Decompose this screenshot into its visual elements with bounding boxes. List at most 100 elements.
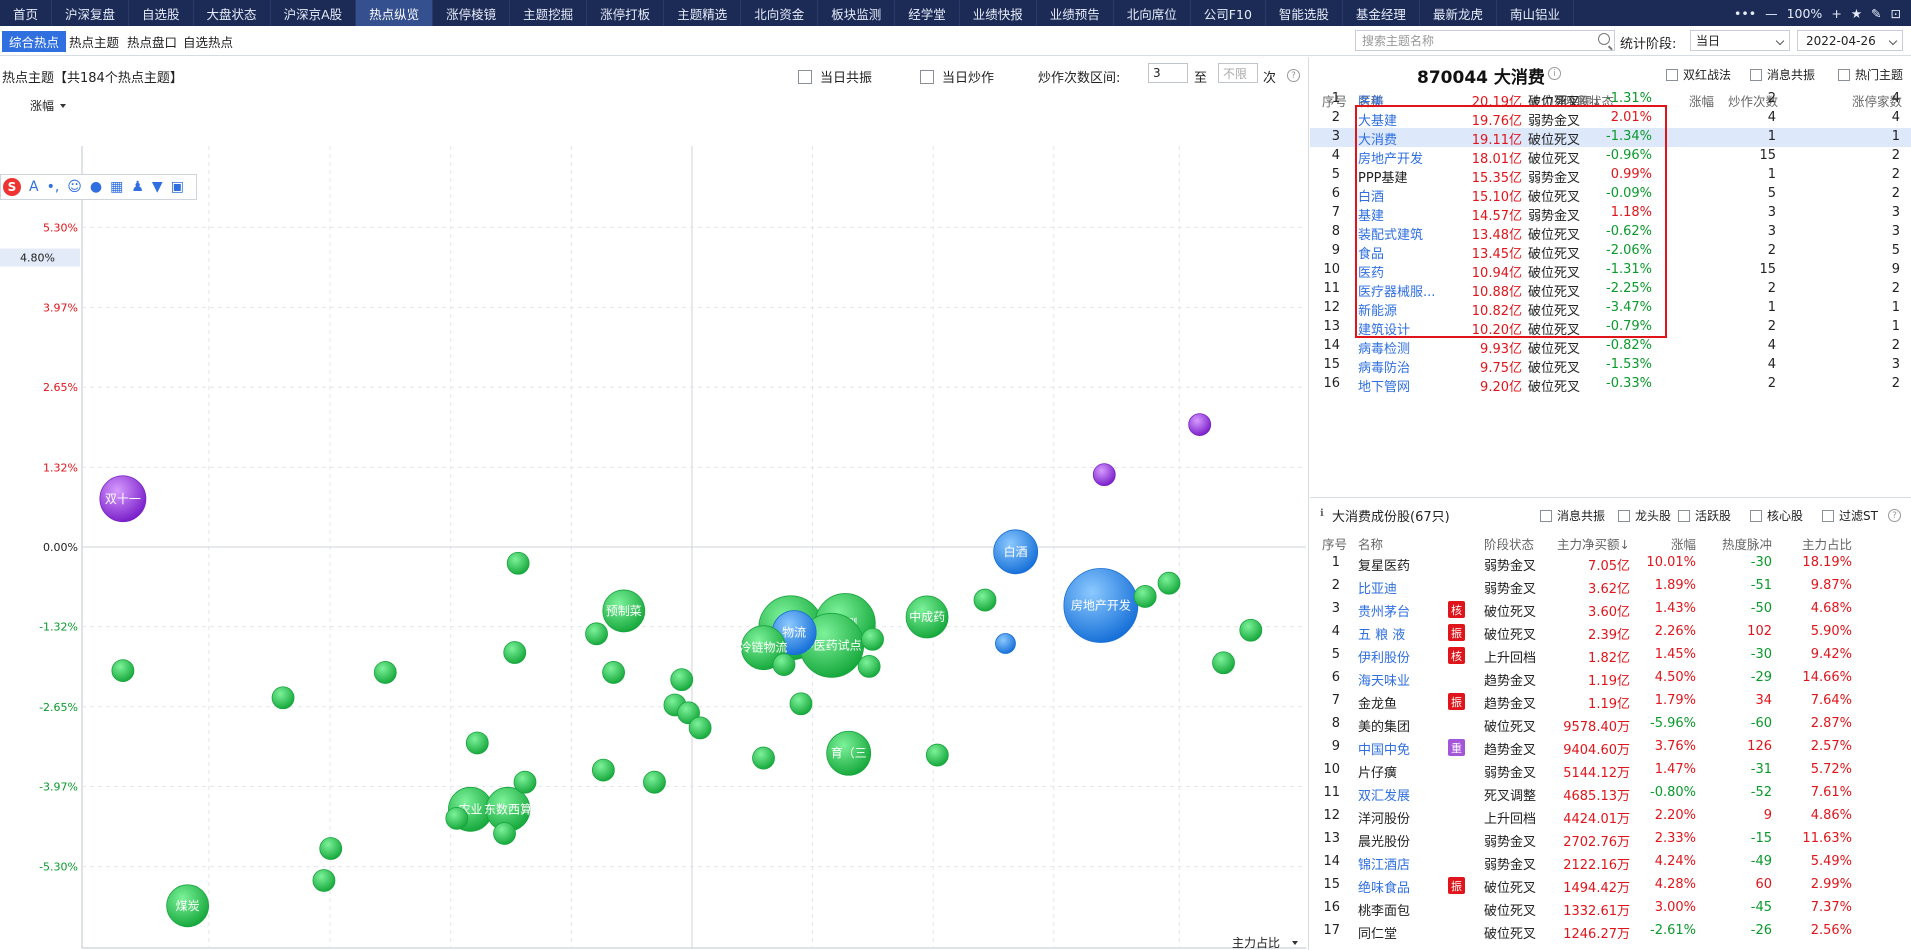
theme-cell-name[interactable]: 食品: [1358, 243, 1384, 262]
stock-checkbox-2[interactable]: 活跃股: [1678, 507, 1731, 524]
bubble[interactable]: [670, 668, 694, 692]
theme-row[interactable]: 12 新能源 10.82亿 破位死叉 -3.47% 1 1: [1310, 299, 1911, 319]
theme-row[interactable]: 4 房地产开发 18.01亿 破位死叉 -0.96% 15 2: [1310, 147, 1911, 167]
bubble[interactable]: [789, 692, 813, 716]
theme-cell-name[interactable]: 医药: [1358, 262, 1384, 281]
user-icon[interactable]: ♟: [131, 179, 144, 195]
y-sort-dropdown[interactable]: 涨幅: [30, 98, 54, 113]
bubble[interactable]: [925, 743, 949, 767]
stock-row[interactable]: 7 金龙鱼 趋势金叉 1.19亿 1.79% 34 7.64% 振: [1310, 690, 1911, 713]
bubble[interactable]: [513, 770, 537, 794]
subtab-1[interactable]: 热点主题: [62, 31, 126, 52]
emoji-icon[interactable]: ☺: [67, 179, 82, 195]
bubble[interactable]: [1188, 413, 1212, 436]
stock-row[interactable]: 16 桃李面包 破位死叉 1332.61万 3.00% -45 7.37%: [1310, 897, 1911, 920]
grid-icon[interactable]: ▣: [171, 179, 184, 195]
stock-cell-name[interactable]: 金龙鱼: [1358, 693, 1397, 712]
checkbox-box[interactable]: [1666, 68, 1678, 81]
theme-row[interactable]: 7 基建 14.57亿 弱势金叉 1.18% 3 3: [1310, 204, 1911, 224]
theme-row[interactable]: 16 地下管网 9.20亿 破位死叉 -0.33% 2 2: [1310, 375, 1911, 395]
checkbox-box[interactable]: [1750, 509, 1762, 522]
nav-item-14[interactable]: 业绩预告: [1037, 0, 1114, 26]
stock-cell-name[interactable]: 中国中免: [1358, 739, 1410, 758]
bubble[interactable]: [752, 746, 775, 770]
nav-item-0[interactable]: 首页: [0, 0, 53, 26]
chevron-down-icon[interactable]: [60, 104, 66, 108]
bubble[interactable]: [1239, 618, 1263, 642]
stock-header-3[interactable]: 主力净买额↓: [1557, 534, 1630, 553]
stock-row[interactable]: 11 双汇发展 死叉调整 4685.13万 -0.80% -52 7.61%: [1310, 782, 1911, 805]
period-select[interactable]: 当日: [1690, 30, 1790, 51]
nav-item-19[interactable]: 最新龙虎: [1420, 0, 1497, 26]
nav-item-6[interactable]: 涨停棱镜: [433, 0, 511, 26]
microphone-icon[interactable]: ●: [90, 179, 102, 195]
theme-cell-name[interactable]: 建筑设计: [1358, 319, 1410, 338]
stock-cell-name[interactable]: 五 粮 液: [1358, 624, 1405, 643]
help-icon[interactable]: ?: [1287, 69, 1300, 82]
stock-checkbox-3[interactable]: 核心股: [1750, 507, 1803, 524]
chevron-down-icon[interactable]: [1292, 941, 1298, 945]
nav-item-3[interactable]: 大盘状态: [194, 0, 271, 26]
checkbox-box[interactable]: [1678, 509, 1690, 522]
subtab-2[interactable]: 热点盘口: [120, 31, 184, 52]
bubble[interactable]: [1212, 651, 1235, 675]
nav-item-12[interactable]: 经学堂: [895, 0, 960, 26]
stock-header-4[interactable]: 涨幅: [1671, 534, 1696, 553]
bubble[interactable]: [506, 551, 530, 575]
stock-cell-name[interactable]: 比亚迪: [1358, 578, 1397, 597]
theme-cell-name[interactable]: 装配式建筑: [1358, 224, 1423, 243]
theme-cell-name[interactable]: 基建: [1358, 205, 1384, 224]
bubble[interactable]: [271, 686, 295, 710]
checkbox-box[interactable]: [1822, 509, 1834, 522]
bubble[interactable]: [995, 633, 1016, 654]
stock-cell-name[interactable]: 洋河股份: [1358, 808, 1410, 827]
nav-item-7[interactable]: 主题挖掘: [510, 0, 588, 26]
checkbox-box[interactable]: [1750, 68, 1762, 81]
checkbox-box[interactable]: [1838, 68, 1850, 81]
zoom-out-icon[interactable]: —: [1765, 6, 1778, 21]
stock-row[interactable]: 10 片仔癀 弱势金叉 5144.12万 1.47% -31 5.72%: [1310, 759, 1911, 782]
nav-item-16[interactable]: 公司F10: [1191, 0, 1266, 26]
theme-checkbox-0[interactable]: 双红战法: [1666, 66, 1731, 83]
punctuation-icon[interactable]: •,: [47, 179, 60, 195]
x-sort-dropdown[interactable]: 主力占比: [1232, 935, 1280, 950]
stock-row[interactable]: 4 五 粮 液 破位死叉 2.39亿 2.26% 102 5.90% 振: [1310, 621, 1911, 644]
stock-row[interactable]: 2 比亚迪 弱势金叉 3.62亿 1.89% -51 9.87%: [1310, 575, 1911, 598]
theme-row[interactable]: 2 大基建 19.76亿 弱势金叉 2.01% 4 4: [1310, 109, 1911, 129]
theme-cell-name[interactable]: 病毒防治: [1358, 357, 1410, 376]
bubble[interactable]: [643, 770, 666, 794]
stock-row[interactable]: 9 中国中免 趋势金叉 9404.60万 3.76% 126 2.57% 重: [1310, 736, 1911, 759]
subtab-3[interactable]: 自选热点: [176, 31, 240, 52]
stock-checkbox-4[interactable]: 过滤ST: [1822, 507, 1878, 524]
subtab-0[interactable]: 综合热点: [2, 31, 67, 52]
theme-row[interactable]: 13 建筑设计 10.20亿 破位死叉 -0.79% 2 1: [1310, 318, 1911, 338]
stock-header-0[interactable]: 序号: [1322, 534, 1347, 553]
stock-header-6[interactable]: 主力占比: [1802, 534, 1852, 553]
dock-icon[interactable]: ⊡: [1891, 6, 1901, 21]
theme-cell-name[interactable]: 房地产开发: [1358, 148, 1423, 167]
theme-cell-name[interactable]: 新能源: [1358, 300, 1397, 319]
bubble[interactable]: [688, 716, 712, 740]
bubble[interactable]: [591, 758, 615, 782]
stock-cell-name[interactable]: 复星医药: [1358, 555, 1410, 574]
stock-checkbox-1[interactable]: 龙头股: [1618, 507, 1671, 524]
stock-row[interactable]: 13 晨光股份 弱势金叉 2702.76万 2.33% -15 11.63%: [1310, 828, 1911, 851]
info-icon[interactable]: i: [1548, 67, 1561, 80]
nav-item-2[interactable]: 自选股: [129, 0, 194, 26]
theme-cell-name[interactable]: 大消费: [1358, 129, 1397, 148]
stock-cell-name[interactable]: 双汇发展: [1358, 785, 1410, 804]
stock-row[interactable]: 17 同仁堂 破位死叉 1246.27万 -2.61% -26 2.56%: [1310, 920, 1911, 943]
edit-icon[interactable]: ✎: [1871, 6, 1881, 21]
theme-row[interactable]: 11 医疗器械服... 10.88亿 破位死叉 -2.25% 2 2: [1310, 280, 1911, 300]
stock-cell-name[interactable]: 锦江酒店: [1358, 854, 1410, 873]
nav-item-11[interactable]: 板块监测: [818, 0, 896, 26]
stock-cell-name[interactable]: 伊利股份: [1358, 647, 1410, 666]
stock-row[interactable]: 6 海天味业 趋势金叉 1.19亿 4.50% -29 14.66%: [1310, 667, 1911, 690]
nav-item-5[interactable]: 热点纵览: [356, 0, 434, 26]
search-icon[interactable]: [1598, 33, 1610, 45]
bubble[interactable]: [312, 869, 336, 892]
keyboard-icon[interactable]: ▦: [110, 179, 123, 195]
nav-item-8[interactable]: 涨停打板: [587, 0, 665, 26]
star-icon[interactable]: ★: [1851, 6, 1862, 21]
theme-row[interactable]: 5 PPP基建 15.35亿 弱势金叉 0.99% 1 2: [1310, 166, 1911, 186]
